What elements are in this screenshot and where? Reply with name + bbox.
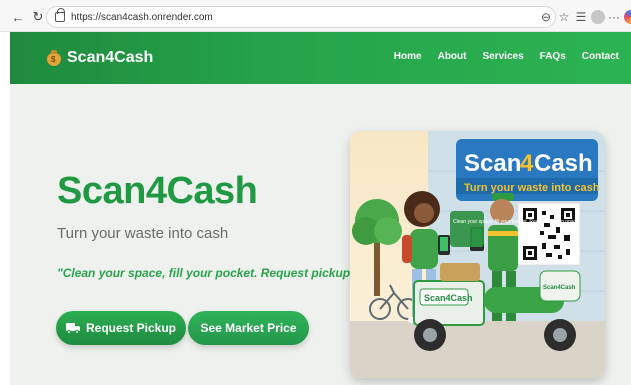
site-logo[interactable]: $ Scan4Cash — [47, 49, 153, 67]
backpack — [402, 235, 412, 263]
site-header: $ Scan4Cash Home About Services FAQs Con… — [10, 32, 631, 84]
browser-toolbar: ← ↻ https://scan4cash.onrender.com ⊖ ☆ ☰… — [0, 0, 631, 32]
hero-illustration: Scan 4 Cash Turn your waste into cash Cl… — [350, 131, 605, 378]
phone-bubble-text: Clean your space, fill your pocket. Requ… — [453, 219, 576, 225]
tree-trunk — [374, 236, 380, 296]
illustration-svg: Scan 4 Cash Turn your waste into cash Cl… — [350, 131, 605, 378]
nav-contact[interactable]: Contact — [582, 51, 619, 62]
banner-title-scan: Scan — [464, 150, 521, 177]
cart-label: Scan4Cash — [424, 293, 473, 303]
hero-title: Scan4Cash — [57, 170, 258, 212]
request-pickup-button[interactable]: Request Pickup — [56, 311, 186, 345]
logo-text: Scan4Cash — [67, 49, 154, 66]
banner-title-4: 4 — [520, 150, 534, 177]
truck-icon — [65, 323, 80, 334]
hero-quote: "Clean your space, fill your pocket. Req… — [57, 266, 388, 280]
money-bag-icon: $ — [47, 50, 61, 66]
nav-home[interactable]: Home — [394, 51, 422, 62]
lock-icon — [55, 8, 65, 22]
nav-about[interactable]: About — [438, 51, 467, 62]
request-pickup-label: Request Pickup — [85, 321, 177, 335]
copilot-icon[interactable] — [623, 9, 631, 25]
see-market-price-button[interactable]: See Market Price — [188, 311, 309, 345]
profile-avatar-icon[interactable] — [590, 9, 606, 25]
see-market-price-label: See Market Price — [200, 321, 297, 335]
waste-bags — [440, 263, 480, 281]
more-menu-icon[interactable]: ··· — [606, 9, 622, 25]
main-nav: Home About Services FAQs Contact — [394, 51, 619, 62]
favorite-star-icon[interactable]: ☆ — [556, 9, 572, 25]
url-text[interactable]: https://scan4cash.onrender.com — [71, 12, 213, 23]
nav-faqs[interactable]: FAQs — [540, 51, 566, 62]
box-label: Scan4Cash — [543, 285, 576, 291]
favorites-list-icon[interactable]: ☰ — [573, 9, 589, 25]
nav-services[interactable]: Services — [482, 51, 523, 62]
back-arrow-icon[interactable]: ← — [10, 9, 26, 25]
banner-title-cash: Cash — [534, 150, 593, 177]
hero-subtitle: Turn your waste into cash — [57, 225, 229, 242]
address-bar[interactable]: https://scan4cash.onrender.com — [46, 6, 556, 28]
phone-bubble — [450, 211, 484, 247]
page-gutter — [0, 84, 10, 385]
banner-subtitle: Turn your waste into cash — [464, 182, 600, 194]
reader-icon[interactable]: ⊖ — [538, 9, 554, 25]
reload-icon[interactable]: ↻ — [30, 9, 46, 25]
